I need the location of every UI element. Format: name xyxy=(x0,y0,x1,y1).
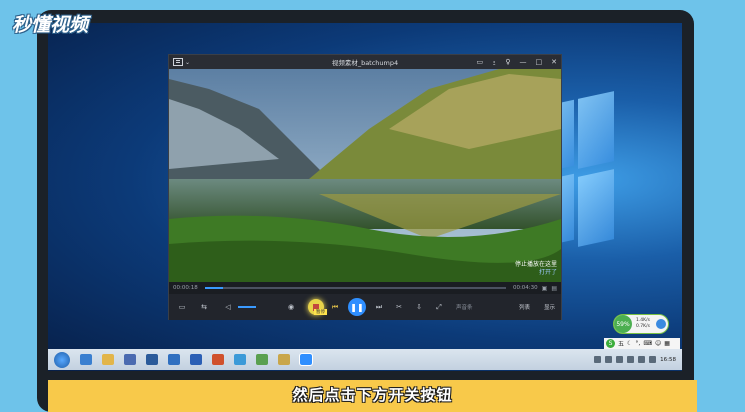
maximize-icon[interactable]: □ xyxy=(536,58,543,67)
settings-icon[interactable]: ▤ xyxy=(551,285,557,292)
person-icon[interactable]: ☺ xyxy=(655,340,661,347)
volume-slider[interactable] xyxy=(238,306,256,308)
user-icon[interactable]: ♀ xyxy=(505,58,510,67)
screenshot-icon[interactable]: ▣ xyxy=(542,285,548,292)
keyboard-icon[interactable]: ⌨ xyxy=(643,340,652,347)
close-icon[interactable]: ✕ xyxy=(551,58,557,67)
network-percent: 59% xyxy=(614,315,632,333)
app-icon-3[interactable] xyxy=(234,354,246,365)
video-frame[interactable]: 停止播放在这里 打开了 xyxy=(169,69,561,282)
player-titlebar: ⌄ 视频素材_batchump4 ▭ ⍛ ♀ — □ ✕ xyxy=(169,55,561,69)
app-icon-1[interactable] xyxy=(146,354,158,365)
moon-icon[interactable]: ☾ xyxy=(627,340,632,347)
player-taskbar-icon[interactable] xyxy=(299,353,313,366)
scissors-icon[interactable]: ✂ xyxy=(392,300,406,314)
accelerate-icon[interactable] xyxy=(656,319,666,329)
current-time: 00:00:18 xyxy=(173,285,198,291)
seek-bar[interactable] xyxy=(205,287,506,289)
stop-tooltip: 暂停 xyxy=(314,309,327,315)
download-icon[interactable]: ⇩ xyxy=(412,300,426,314)
next-icon[interactable]: ⏭ xyxy=(372,300,386,314)
media-icon[interactable] xyxy=(124,354,136,365)
audio-track-button[interactable]: 声音条 xyxy=(456,303,473,311)
explorer-icon[interactable] xyxy=(102,354,114,365)
volume-icon[interactable]: ◁ xyxy=(221,300,235,314)
more-button[interactable]: 显示 xyxy=(544,303,555,311)
tray-icon[interactable] xyxy=(638,356,646,363)
network-speed-widget[interactable]: 59% 1.4K/s 0.7K/s xyxy=(613,314,669,334)
ime-mode[interactable]: 五 xyxy=(618,339,624,348)
chevron-down-icon[interactable]: ⌄ xyxy=(185,59,190,66)
pin-icon[interactable]: ⍛ xyxy=(492,58,496,67)
taskbar: 16:58 xyxy=(48,349,682,370)
repeat-icon[interactable]: ⇆ xyxy=(197,300,211,314)
subtitle-text: 然后点击下方开关按钮 xyxy=(292,386,453,404)
total-time: 00:04:30 xyxy=(512,285,538,291)
menu-icon[interactable] xyxy=(173,58,183,66)
app-icon-2[interactable] xyxy=(168,354,180,365)
pause-button[interactable]: ❚❚ xyxy=(348,298,366,316)
ie-icon[interactable] xyxy=(80,354,92,365)
progress-row: 00:00:18 00:04:30 ▣ ▤ xyxy=(169,282,561,294)
video-overlay-text: 停止播放在这里 打开了 xyxy=(514,261,557,276)
video-player-window: ⌄ 视频素材_batchump4 ▭ ⍛ ♀ — □ ✕ 停止播放在这里 打开了… xyxy=(168,54,562,320)
app-icon-5[interactable] xyxy=(278,354,290,365)
word-icon[interactable] xyxy=(190,354,202,365)
system-tray: 16:58 xyxy=(594,356,676,363)
tray-icon[interactable] xyxy=(594,356,602,363)
tray-icon[interactable] xyxy=(649,356,657,363)
watermark-logo: 秒懂视频 xyxy=(12,14,89,36)
clock[interactable]: 16:58 xyxy=(660,357,676,363)
tray-icon[interactable] xyxy=(605,356,613,363)
playlist-button[interactable]: 列表 xyxy=(519,303,530,311)
control-bar: ▭ ⇆ ◁ ◉ ⏮ ❚❚ ⏭ ✂ ⇩ ⤢ 声音条 列表 显示 xyxy=(169,294,561,320)
ime-toolbar[interactable]: S 五 ☾ °, ⌨ ☺ ▦ xyxy=(604,338,680,349)
expand-icon[interactable]: ⤢ xyxy=(432,300,446,314)
tray-icon[interactable] xyxy=(627,356,635,363)
punctuation-icon[interactable]: °, xyxy=(635,340,640,347)
eye-icon[interactable]: ◉ xyxy=(284,300,298,314)
app-icon-4[interactable] xyxy=(256,354,268,365)
folder-icon[interactable]: ▭ xyxy=(175,300,189,314)
powerpoint-icon[interactable] xyxy=(212,354,224,365)
fullscreen-icon[interactable]: ▭ xyxy=(477,58,484,67)
download-speed: 0.7K/s xyxy=(636,324,650,329)
minimize-icon[interactable]: — xyxy=(520,58,527,67)
tray-icon[interactable] xyxy=(616,356,624,363)
seek-bar-fill xyxy=(205,287,224,289)
sogou-icon: S xyxy=(606,339,615,348)
grid-icon[interactable]: ▦ xyxy=(664,340,670,347)
start-button[interactable] xyxy=(54,351,70,368)
video-scene xyxy=(169,69,561,282)
previous-icon[interactable]: ⏮ xyxy=(328,300,342,314)
